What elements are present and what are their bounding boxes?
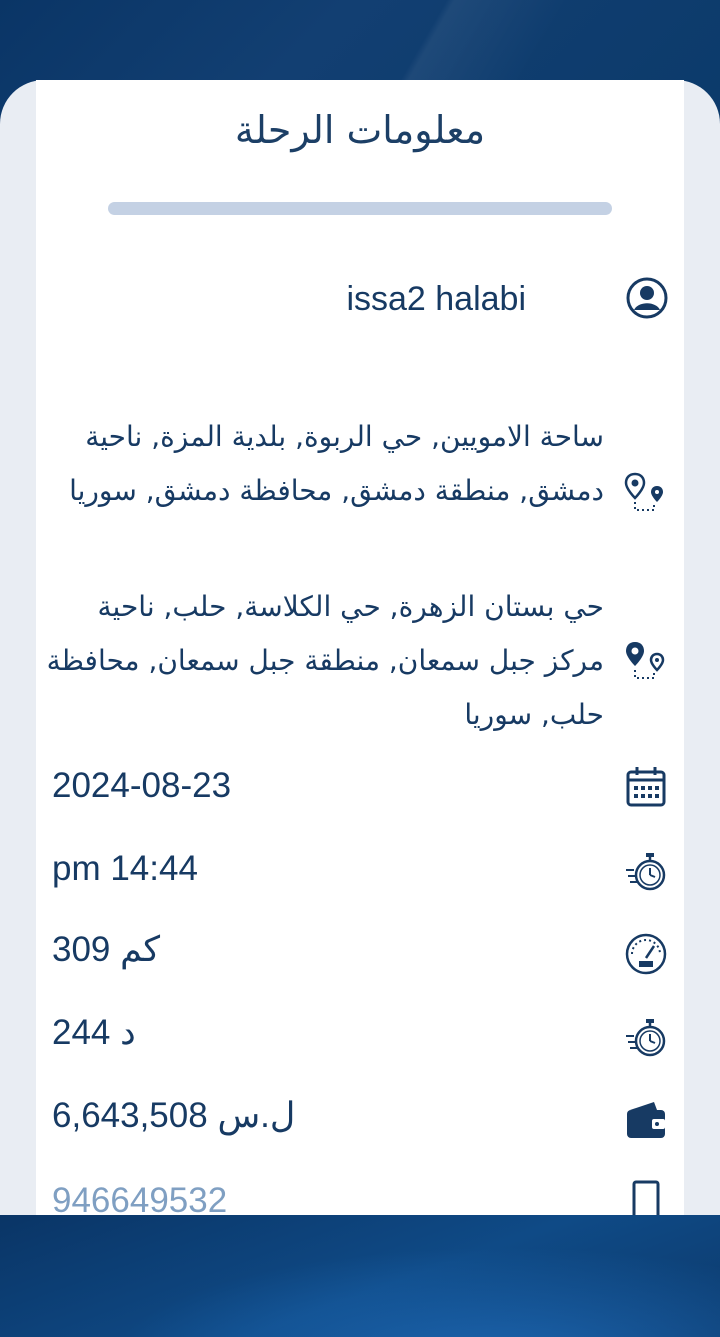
stopwatch-icon [626,1019,666,1057]
route-start-icon [624,472,663,511]
footer-background [0,1215,720,1337]
trip-price: 6,643,508 ل.س [52,1096,296,1135]
wallet-icon [627,1102,665,1138]
trip-distance: 309 كم [52,930,161,969]
speedometer-icon [625,933,667,975]
trip-date: 2024-08-23 [52,766,232,805]
route-end-icon [626,642,665,679]
dropoff-address: حي بستان الزهرة, حي الكلاسة, حلب, ناحية … [46,590,604,731]
passenger-name: issa2 halabi [346,280,526,318]
stopwatch-icon [626,853,666,891]
trip-time: pm 14:44 [52,849,198,888]
page-title: معلومات الرحلة [234,108,486,152]
pickup-address: ساحة الامويين, حي الربوة, بلدية المزة, ن… [69,420,604,507]
calendar-icon [626,767,666,807]
title-divider [108,202,612,215]
user-circle-icon [626,277,668,319]
trip-duration: 244 د [52,1013,136,1052]
